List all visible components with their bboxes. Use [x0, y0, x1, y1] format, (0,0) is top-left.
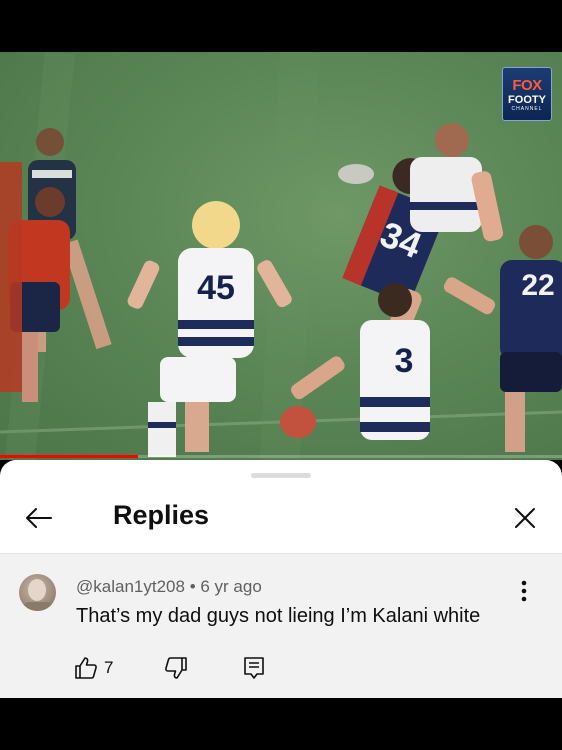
reply-button[interactable]: [240, 654, 268, 682]
close-icon: [515, 508, 535, 528]
thumb-up-icon: [75, 657, 97, 679]
replies-panel: Replies @kalan1yt208 • 6 yr ago That’s m: [0, 460, 562, 698]
avatar[interactable]: [19, 574, 56, 611]
player-22: 22: [443, 225, 562, 452]
thumb-down-icon: [165, 657, 187, 679]
dislike-button[interactable]: [162, 654, 190, 682]
comment-meta: @kalan1yt208 • 6 yr ago: [76, 577, 262, 597]
player-tackler: [338, 123, 504, 242]
like-button[interactable]: 7: [74, 654, 113, 682]
close-button[interactable]: [507, 500, 543, 536]
top-black-bar: [0, 0, 562, 52]
more-vert-icon: [521, 580, 527, 602]
comment-age: 6 yr ago: [200, 577, 262, 596]
jersey-number-22: 22: [521, 269, 554, 302]
jersey-number-3: 3: [395, 342, 414, 380]
comment-author[interactable]: @kalan1yt208: [76, 577, 185, 596]
football: [280, 406, 316, 438]
avatar-image: [23, 579, 53, 611]
jersey-number-45: 45: [197, 269, 235, 307]
video-player[interactable]: 45 34 3 22 FOX FOOTY CHANNEL: [0, 52, 562, 460]
video-frame: 45 34 3 22: [0, 52, 562, 460]
arrow-left-icon: [26, 508, 52, 528]
panel-title: Replies: [113, 500, 210, 530]
video-progress-bar[interactable]: [0, 455, 562, 458]
comment-text: That’s my dad guys not lieing I’m Kalani…: [76, 605, 481, 627]
channel-logo: FOX FOOTY CHANNEL: [502, 67, 552, 121]
more-options-button[interactable]: [512, 576, 536, 606]
logo-text-channel: CHANNEL: [511, 105, 543, 112]
reply-comment: @kalan1yt208 • 6 yr ago That’s my dad gu…: [0, 554, 562, 698]
drag-handle[interactable]: [251, 473, 311, 478]
reply-icon: [244, 657, 264, 679]
bottom-black-bar: [0, 698, 562, 750]
video-progress-fill: [0, 455, 138, 458]
logo-text-fox: FOX: [512, 76, 542, 94]
logo-text-footy: FOOTY: [508, 93, 546, 106]
like-count: 7: [104, 658, 114, 677]
meta-separator: •: [189, 577, 196, 596]
back-button[interactable]: [20, 500, 56, 536]
